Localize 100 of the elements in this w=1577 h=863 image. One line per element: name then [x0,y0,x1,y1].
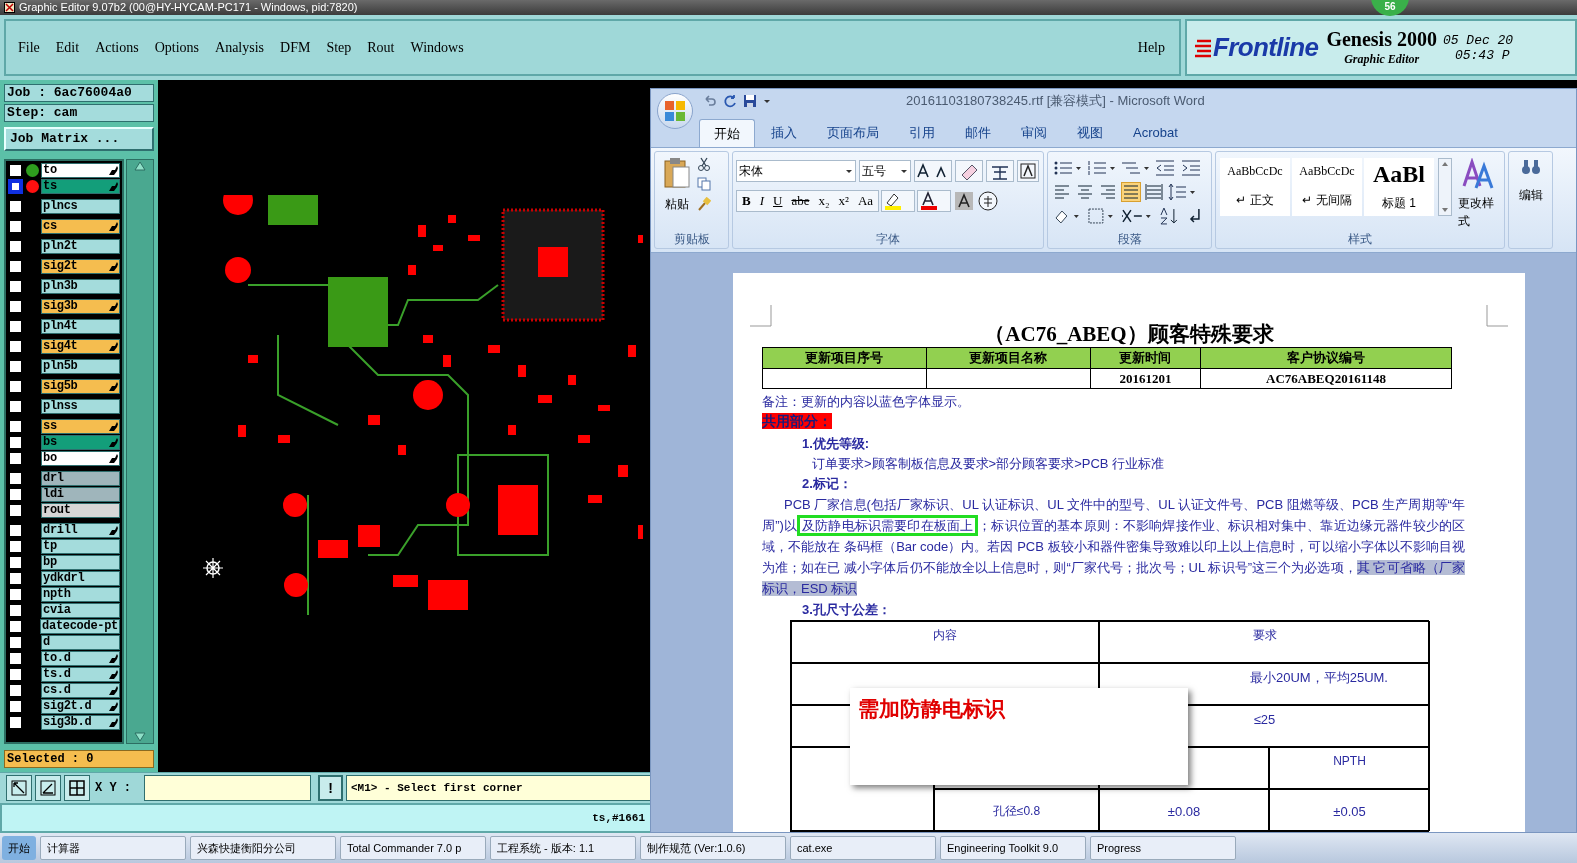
layer-row[interactable]: drl [41,470,120,486]
scroll-up-icon[interactable] [133,159,147,172]
style-gallery-item[interactable]: AaBbCcDc ↵ 无间隔 [1292,158,1362,216]
ribbon-tab[interactable]: 引用 [895,119,949,147]
menu-item[interactable]: Edit [55,37,80,58]
scroll-up-icon[interactable] [1441,161,1450,167]
layer-row[interactable]: d [41,634,120,650]
ribbon-tab[interactable]: 开始 [699,119,755,147]
format-button[interactable]: abe [787,191,814,211]
menu-item[interactable]: Actions [95,37,139,58]
layer-row[interactable]: ydkdrl [41,570,120,586]
undo-icon[interactable] [703,94,717,108]
font-color-icon[interactable] [917,190,952,212]
layer-checkbox[interactable] [8,418,23,434]
layer-row[interactable]: sig5b [41,378,120,394]
layer-row[interactable]: rout [41,502,120,518]
clear-format-icon[interactable] [955,160,983,182]
format-button[interactable]: x² [834,191,853,211]
character-shading-icon[interactable] [953,190,976,212]
clipboard-icon[interactable] [663,157,691,189]
prompt-button[interactable]: ! [318,775,343,801]
layer-checkbox[interactable] [8,538,23,554]
layer-checkbox[interactable] [8,618,23,634]
layer-row[interactable]: pln2t [41,238,120,254]
paste-button[interactable]: 粘贴 [665,195,689,213]
layer-row[interactable]: datecode-pt [40,618,120,634]
font-name-field[interactable]: 宋体 [736,160,856,182]
layer-row[interactable]: cvia [41,602,120,618]
highlight-color-icon[interactable] [881,190,916,212]
layer-row[interactable]: to [41,162,120,178]
layer-checkbox[interactable] [8,450,23,466]
character-border-icon[interactable] [1017,160,1039,182]
menu-item[interactable]: DFM [280,37,311,58]
taskbar-item[interactable]: cat.exe [790,836,936,860]
layer-checkbox[interactable] [8,318,23,334]
layer-row[interactable]: plncs [41,198,120,214]
layer-checkbox[interactable] [8,486,23,502]
layer-row[interactable]: bp [41,554,120,570]
cut-icon[interactable] [697,157,711,171]
taskbar-item[interactable]: 制作规范 (Ver:1.0.6) [640,836,786,860]
layer-row[interactable]: bo [41,450,120,466]
phonetic-guide-icon[interactable] [986,160,1014,182]
ribbon-tab[interactable]: 页面布局 [813,119,893,147]
format-button[interactable]: U [769,191,787,211]
dropdown-caret-icon[interactable] [763,97,771,105]
layer-row[interactable]: pln5b [41,358,120,374]
font-size-field[interactable]: 五号 [859,160,911,182]
layer-checkbox[interactable] [8,502,23,518]
menu-item[interactable]: Analysis [215,37,265,58]
taskbar-item[interactable]: Engineering Toolkit 9.0 [940,836,1086,860]
decrease-indent-icon[interactable] [1154,158,1176,178]
layer-checkbox[interactable] [8,434,23,450]
scroll-down-icon[interactable] [133,731,147,743]
layer-checkbox[interactable] [8,162,23,178]
style-gallery-item[interactable]: AaBl 标题 1 [1364,158,1434,216]
menu-item[interactable]: File [18,37,40,58]
menu-item[interactable]: Options [154,37,200,58]
copy-icon[interactable] [697,177,711,191]
layer-checkbox[interactable] [8,522,23,538]
redo-icon[interactable] [723,94,737,108]
layer-checkbox[interactable] [8,378,23,394]
layer-checkbox[interactable] [8,278,23,294]
menu-item[interactable]: Windows [410,37,464,58]
save-icon[interactable] [743,94,757,108]
layer-row[interactable]: npth [41,586,120,602]
layer-row[interactable]: ts [41,178,120,194]
layer-checkbox[interactable] [8,398,23,414]
layer-row[interactable]: sig3b.d [41,714,120,730]
layer-checkbox[interactable] [8,666,23,682]
taskbar-item[interactable]: 工程系统 - 版本: 1.1 [490,836,636,860]
layer-row[interactable]: pln3b [41,278,120,294]
layer-checkbox[interactable] [8,554,23,570]
layer-checkbox[interactable] [8,650,23,666]
format-button[interactable]: I [755,191,768,211]
increase-indent-icon[interactable] [1180,158,1202,178]
layer-checkbox[interactable] [8,338,23,354]
layer-checkbox[interactable] [8,470,23,486]
layer-row[interactable]: ldi [41,486,120,502]
ribbon-tab[interactable]: 邮件 [951,119,1005,147]
grid-button[interactable] [64,775,90,801]
align-right-icon[interactable] [1098,182,1118,202]
layer-checkbox[interactable] [8,714,23,730]
format-button[interactable]: x₂ [814,191,834,211]
enclose-character-icon[interactable] [977,190,1000,212]
layer-row[interactable]: ts.d [41,666,120,682]
ribbon-tab[interactable]: 插入 [757,119,811,147]
taskbar-item[interactable]: Progress [1090,836,1236,860]
layer-checkbox[interactable] [8,198,23,214]
layer-checkbox[interactable] [8,218,23,234]
layer-row[interactable]: bs [41,434,120,450]
layer-row[interactable]: tp [41,538,120,554]
binoculars-icon[interactable] [1520,158,1541,176]
layer-row[interactable]: plnss [41,398,120,414]
ribbon-tab[interactable]: 审阅 [1007,119,1061,147]
angle-button[interactable] [35,775,61,801]
layer-checkbox[interactable] [8,634,23,650]
styles-scrollbar[interactable] [1438,158,1453,216]
start-button[interactable]: 开始 [2,836,36,860]
format-button[interactable]: B [738,191,755,211]
change-styles-button[interactable]: 更改样式 [1458,194,1500,230]
